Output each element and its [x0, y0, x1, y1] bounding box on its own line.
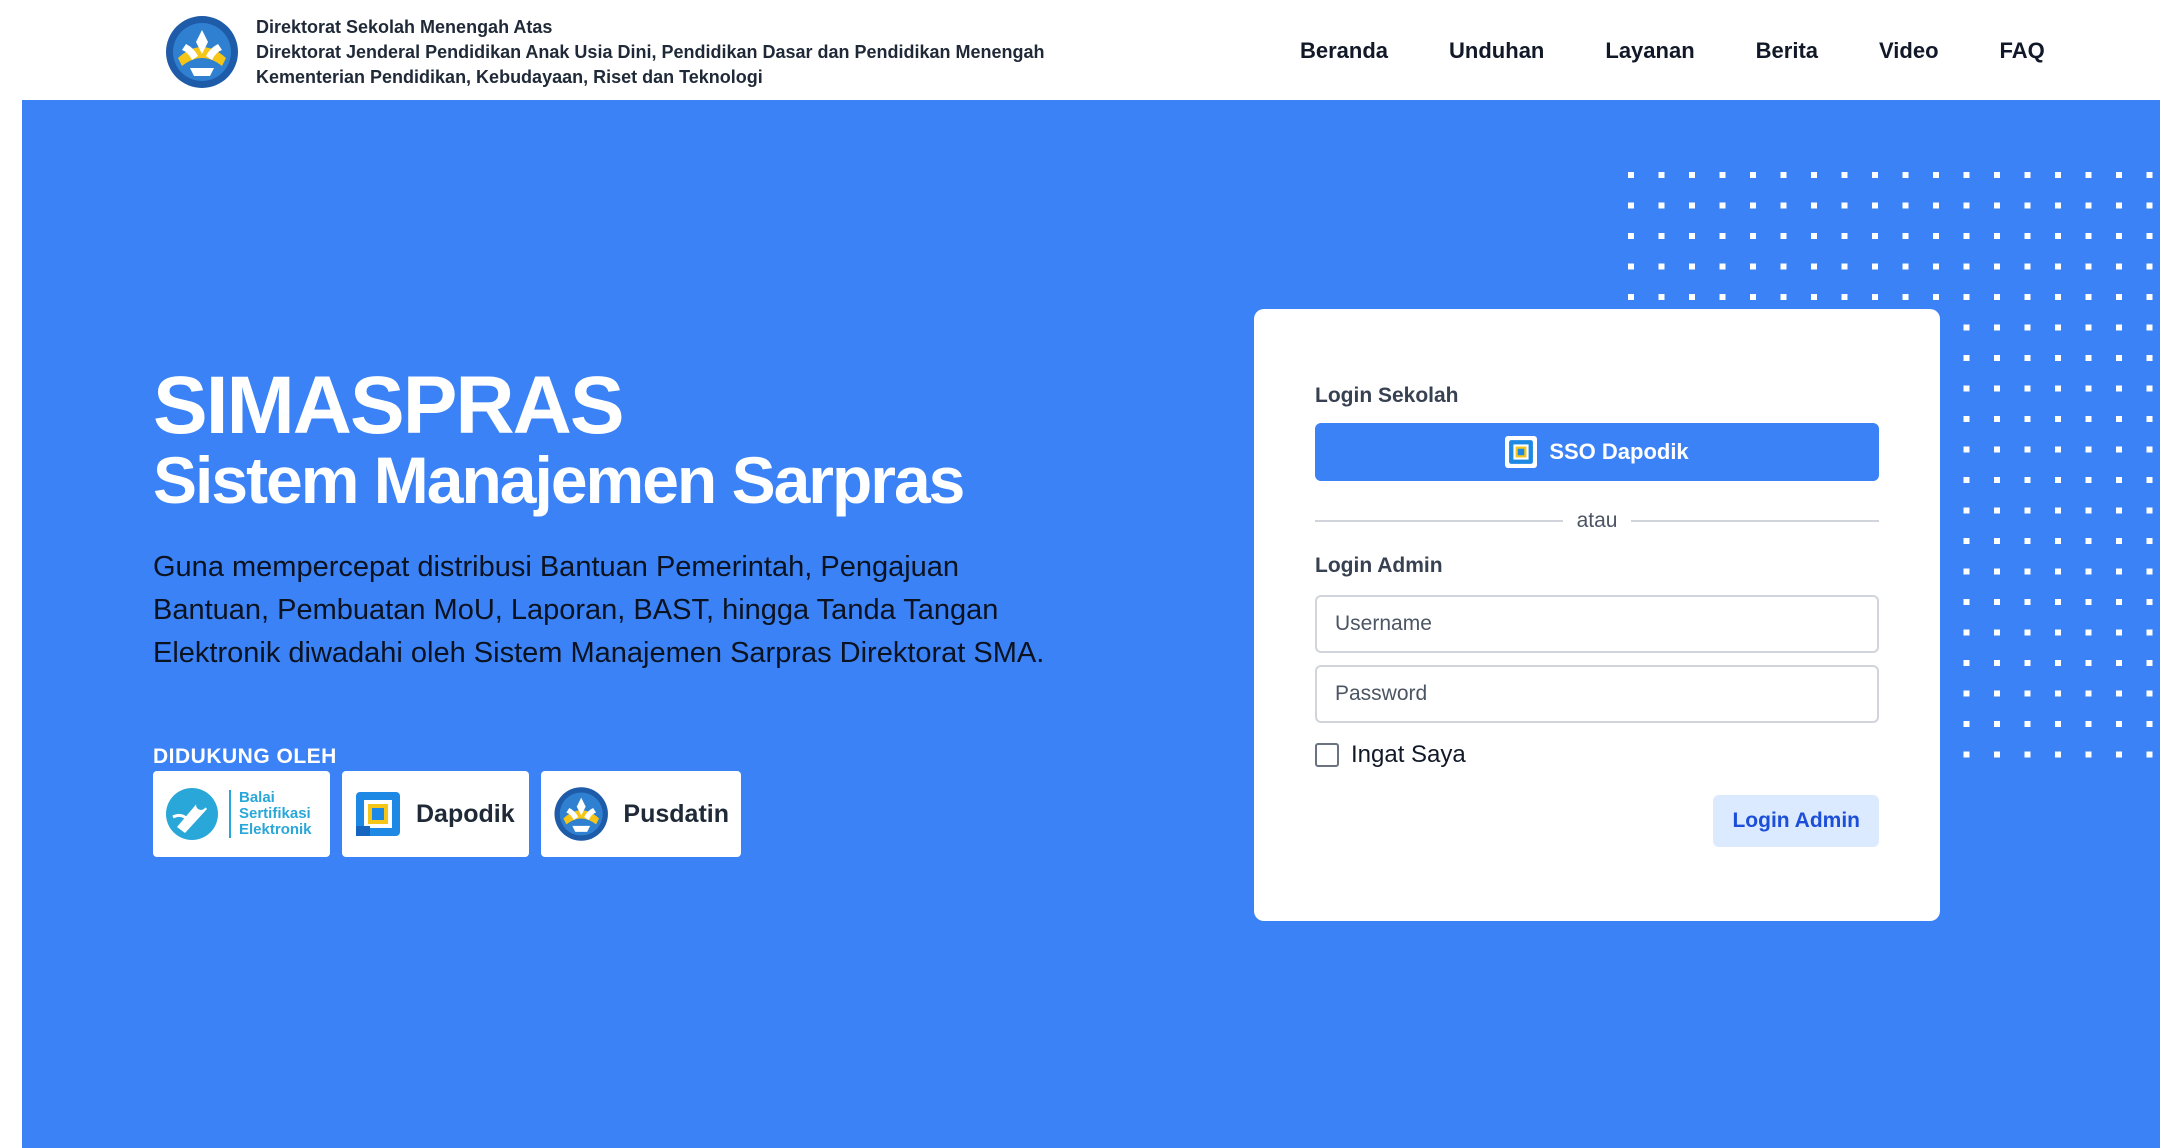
partner-bse[interactable]: Balai Sertifikasi Elektronik: [153, 771, 330, 857]
ministry-line: Kementerian Pendidikan, Kebudayaan, Rise…: [256, 66, 763, 87]
nav-video[interactable]: Video: [1879, 36, 1939, 66]
pusdatin-name: Pusdatin: [623, 799, 729, 828]
password-input[interactable]: [1315, 665, 1879, 723]
bse-line-3: Elektronik: [239, 821, 312, 838]
hero-content: SIMASPRAS Sistem Manajemen Sarpras Guna …: [153, 362, 1053, 857]
hero-description: Guna mempercepat distribusi Bantuan Peme…: [153, 551, 1045, 669]
brand[interactable]: Direktorat Sekolah Menengah Atas Direkto…: [164, 14, 1045, 90]
bse-wordmark: Balai Sertifikasi Elektronik: [229, 790, 312, 838]
tut-wuri-handayani-logo: [166, 16, 238, 88]
top-header: Direktorat Sekolah Menengah Atas Direkto…: [0, 0, 2160, 100]
sso-dapodik-button[interactable]: SSO Dapodik: [1315, 423, 1879, 481]
username-input[interactable]: [1315, 595, 1879, 653]
bse-line-1: Balai: [239, 789, 275, 806]
nav-faq[interactable]: FAQ: [2000, 36, 2045, 66]
supported-by-label: DIDUKUNG OLEH: [153, 745, 337, 768]
login-school-label: Login Sekolah: [1315, 384, 1459, 407]
org-name-line: Direktorat Sekolah Menengah Atas: [256, 16, 553, 37]
remember-me-label: Ingat Saya: [1351, 741, 1466, 768]
bse-line-2: Sertifikasi: [239, 805, 311, 822]
partner-pusdatin[interactable]: Pusdatin: [541, 771, 741, 857]
hero-title: SIMASPRAS: [153, 360, 625, 451]
or-divider: atau: [1315, 509, 1879, 533]
dapodik-icon: [1505, 436, 1538, 468]
remember-me[interactable]: Ingat Saya: [1315, 741, 1879, 769]
pusdatin-logo-icon: [554, 787, 608, 841]
nav-berita[interactable]: Berita: [1756, 36, 1818, 66]
login-admin-button[interactable]: Login Admin: [1713, 795, 1879, 847]
dapodik-name: Dapodik: [416, 799, 515, 828]
partner-dapodik[interactable]: Dapodik: [342, 771, 529, 857]
nav-layanan[interactable]: Layanan: [1605, 36, 1694, 66]
org-directorate-general-line: Direktorat Jenderal Pendidikan Anak Usia…: [256, 41, 1045, 62]
nav-beranda[interactable]: Beranda: [1300, 36, 1388, 66]
partner-logos: Balai Sertifikasi Elektronik Dapodik Pus…: [153, 771, 1053, 857]
sso-dapodik-label: SSO Dapodik: [1549, 439, 1689, 464]
hero-subtitle: Sistem Manajemen Sarpras: [153, 443, 965, 517]
divider-line-right: [1631, 520, 1879, 522]
remember-me-checkbox[interactable]: [1315, 743, 1339, 767]
hero-section: SIMASPRAS Sistem Manajemen Sarpras Guna …: [22, 100, 2160, 1148]
bse-logo-icon: [166, 788, 218, 840]
login-card: Login Sekolah SSO Dapodik atau Login Adm…: [1254, 309, 1940, 921]
divider-line-left: [1315, 520, 1563, 522]
main-nav: Beranda Unduhan Layanan Berita Video FAQ: [1300, 36, 2045, 66]
divider-text: atau: [1576, 509, 1618, 532]
login-admin-label: Login Admin: [1315, 554, 1443, 577]
nav-unduhan[interactable]: Unduhan: [1449, 36, 1544, 66]
dapodik-logo-icon: [356, 792, 400, 836]
